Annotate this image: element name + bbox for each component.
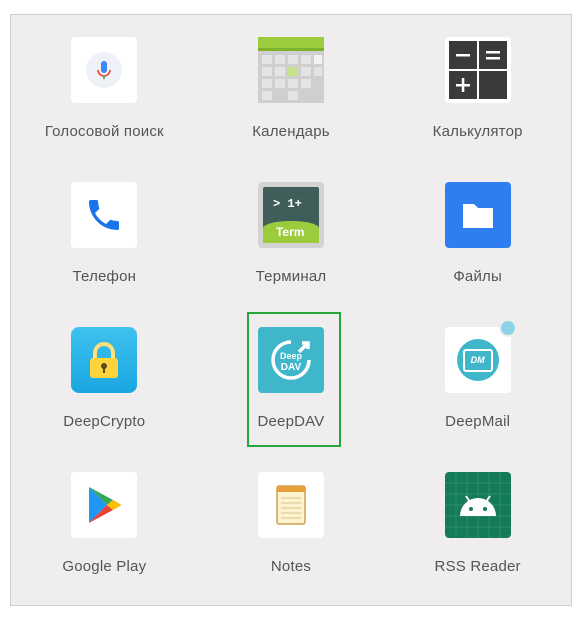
app-deepcrypto[interactable]: DeepCrypto — [11, 327, 198, 472]
app-label: Notes — [270, 558, 312, 575]
app-terminal[interactable]: > 1+ Term Терминал — [198, 182, 385, 327]
app-calculator[interactable]: Калькулятор — [384, 37, 571, 182]
app-label: RSS Reader — [434, 558, 521, 575]
selection-highlight — [247, 312, 341, 447]
lock-icon — [71, 327, 138, 393]
app-phone[interactable]: Телефон — [11, 182, 198, 327]
folder-icon — [444, 182, 511, 248]
app-files[interactable]: Файлы — [384, 182, 571, 327]
app-label: Файлы — [453, 268, 502, 285]
app-rss-reader[interactable]: RSS Reader — [384, 472, 571, 617]
app-drawer: Голосовой поиск Календарь Калькулятор Те… — [10, 14, 572, 606]
app-grid: Голосовой поиск Календарь Калькулятор Те… — [11, 15, 571, 605]
app-voice-search[interactable]: Голосовой поиск — [11, 37, 198, 182]
app-google-play[interactable]: Google Play — [11, 472, 198, 617]
terminal-icon-prompt: > 1+ — [272, 197, 302, 211]
play-store-icon — [71, 472, 138, 538]
terminal-icon-text: Term — [275, 225, 305, 239]
app-label: Терминал — [255, 268, 327, 285]
phone-icon — [71, 182, 138, 248]
app-label: Телефон — [72, 268, 137, 285]
app-label: Календарь — [252, 123, 330, 140]
app-deepmail[interactable]: DM DeepMail — [384, 319, 571, 472]
calculator-icon — [444, 37, 511, 103]
app-label: Голосовой поиск — [44, 123, 164, 140]
app-label: Калькулятор — [432, 123, 523, 140]
mail-icon: DM — [444, 319, 517, 393]
mail-icon-text: DM — [470, 355, 485, 365]
notification-badge — [498, 319, 517, 337]
calendar-icon — [257, 37, 324, 103]
app-label: DeepMail — [445, 413, 511, 430]
app-notes[interactable]: Notes — [198, 472, 385, 617]
terminal-icon: > 1+ Term — [257, 182, 324, 248]
microphone-icon — [71, 37, 138, 103]
app-calendar[interactable]: Календарь — [198, 37, 385, 182]
android-icon — [444, 472, 511, 538]
app-label: Google Play — [62, 558, 147, 575]
notepad-icon — [257, 472, 324, 538]
app-label: DeepCrypto — [63, 413, 146, 430]
